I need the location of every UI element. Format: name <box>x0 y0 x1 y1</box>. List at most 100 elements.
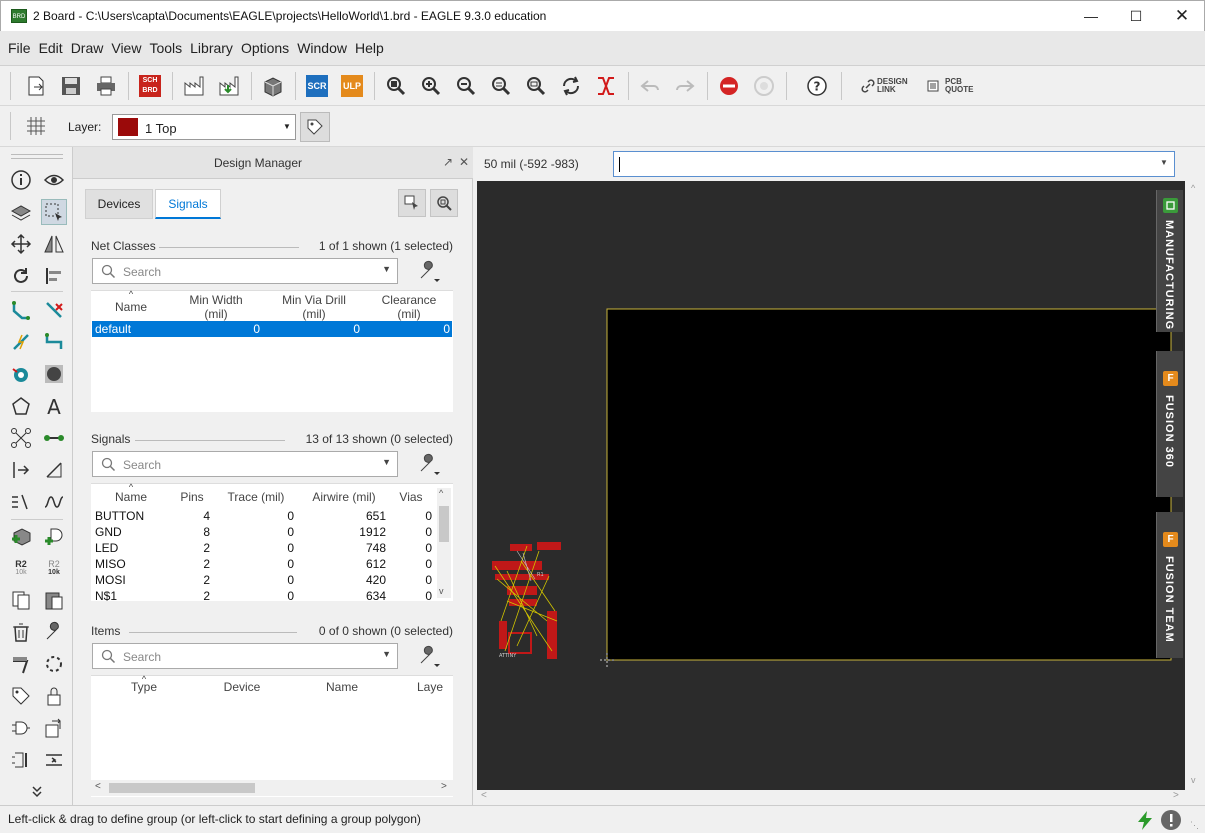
scroll-down-icon[interactable]: v <box>439 586 444 596</box>
table-row[interactable]: default 0 0 0 <box>92 321 452 337</box>
zoom-out-icon[interactable] <box>454 74 478 98</box>
sch-brd-switch-icon[interactable]: SCH BRD <box>138 74 162 98</box>
paste-icon[interactable] <box>41 587 67 613</box>
cycle-icon[interactable] <box>41 715 67 741</box>
table-row[interactable]: MISO 2 0 612 0 <box>92 556 434 572</box>
open-file-icon[interactable] <box>24 74 48 98</box>
ratsnest-icon[interactable] <box>594 74 618 98</box>
net-classes-settings-wrench-icon[interactable] <box>418 258 440 284</box>
menu-library[interactable]: Library <box>186 40 237 56</box>
delete-icon[interactable] <box>8 619 34 645</box>
gateswap-icon[interactable] <box>41 747 67 773</box>
add-part-icon[interactable] <box>8 523 34 549</box>
menu-options[interactable]: Options <box>237 40 293 56</box>
polygon-icon[interactable] <box>8 393 34 419</box>
col-min-via-drill[interactable]: Min Via Drill (mil) <box>263 293 365 321</box>
scroll-left-icon[interactable]: < <box>481 790 487 801</box>
signal-icon[interactable] <box>41 425 67 451</box>
scroll-up-icon[interactable]: ^ <box>1191 183 1195 193</box>
signals-scrollbar[interactable]: ^ v <box>437 488 451 598</box>
value-icon[interactable]: R2 10k <box>41 555 67 581</box>
zoom-to-selection-icon[interactable] <box>430 189 458 217</box>
col-name[interactable]: Name <box>93 300 169 314</box>
scroll-up-icon[interactable]: ^ <box>439 488 443 498</box>
scroll-right-icon[interactable]: > <box>441 781 447 792</box>
tab-signals[interactable]: Signals <box>155 189 221 219</box>
drc-icon[interactable] <box>41 651 67 677</box>
menu-help[interactable]: Help <box>351 40 388 56</box>
layers-icon[interactable] <box>8 199 34 225</box>
ripup-icon[interactable] <box>41 297 67 323</box>
zoom-fit-icon[interactable] <box>384 74 408 98</box>
table-row[interactable]: MOSI 2 0 420 0 <box>92 572 434 588</box>
undock-icon[interactable]: ↗ <box>443 155 453 169</box>
mirror-icon[interactable] <box>41 231 67 257</box>
close-button[interactable]: ✕ <box>1159 1 1205 31</box>
name-icon[interactable]: R2 10k <box>8 555 34 581</box>
zoom-in-icon[interactable] <box>419 74 443 98</box>
split-icon[interactable] <box>8 489 34 515</box>
run-ulp-icon[interactable]: ULP <box>340 74 364 98</box>
print-icon[interactable] <box>94 74 118 98</box>
rotate-icon[interactable] <box>8 263 34 289</box>
col-name[interactable]: Name <box>93 490 169 504</box>
pcb-quote-icon[interactable] <box>925 74 941 98</box>
col-layer[interactable]: Laye <box>417 680 453 694</box>
close-panel-icon[interactable]: ✕ <box>459 155 469 169</box>
command-line-input[interactable]: ▼ <box>613 151 1175 177</box>
lock-icon[interactable] <box>41 683 67 709</box>
autorouter-icon[interactable] <box>8 329 34 355</box>
col-airwire[interactable]: Airwire (mil) <box>301 490 387 504</box>
copy-icon[interactable] <box>8 587 34 613</box>
zoom-previous-icon[interactable] <box>489 74 513 98</box>
export-manufacturing-icon[interactable] <box>217 74 241 98</box>
save-icon[interactable] <box>59 74 83 98</box>
attribute-tag-icon[interactable] <box>8 683 34 709</box>
signals-search[interactable]: Search ▼ <box>92 451 398 477</box>
design-link-button[interactable]: DESIGN LINK <box>877 78 917 94</box>
net-tool-icon[interactable] <box>8 425 34 451</box>
lightning-icon[interactable] <box>1134 809 1156 831</box>
chevron-down-icon[interactable]: ▼ <box>1160 158 1168 167</box>
grid-icon[interactable] <box>24 114 48 138</box>
layer-settings-tag-icon[interactable] <box>300 112 330 142</box>
canvas-v-scrollbar[interactable]: ^ v <box>1187 181 1205 790</box>
redo-icon[interactable] <box>673 74 697 98</box>
maximize-button[interactable]: ☐ <box>1113 1 1159 31</box>
menu-file[interactable]: File <box>4 40 35 56</box>
items-settings-wrench-icon[interactable] <box>418 643 440 669</box>
items-search[interactable]: Search ▼ <box>92 643 398 669</box>
select-in-canvas-icon[interactable] <box>398 189 426 217</box>
fusion-team-panel-tab[interactable]: F FUSION TEAM <box>1156 512 1183 658</box>
show-icon[interactable] <box>41 167 67 193</box>
via-icon[interactable] <box>8 361 34 387</box>
stop-icon[interactable] <box>717 74 741 98</box>
table-row[interactable]: N$1 2 0 634 0 <box>92 588 434 604</box>
resize-grip-icon[interactable]: ⋱ <box>1190 820 1199 831</box>
minimize-button[interactable]: — <box>1068 1 1114 31</box>
info-icon[interactable] <box>8 167 34 193</box>
meander-icon[interactable] <box>41 489 67 515</box>
tab-devices[interactable]: Devices <box>85 189 153 219</box>
table-row[interactable]: LED 2 0 748 0 <box>92 540 434 556</box>
hole-icon[interactable] <box>41 361 67 387</box>
col-vias[interactable]: Vias <box>391 490 431 504</box>
scroll-right-icon[interactable]: > <box>1173 790 1179 801</box>
pcb-quote-button[interactable]: PCB QUOTE <box>945 78 975 94</box>
slice-icon[interactable] <box>41 329 67 355</box>
alert-icon[interactable] <box>1160 809 1182 831</box>
col-clearance[interactable]: Clearance (mil) <box>367 293 451 321</box>
zoom-select-icon[interactable] <box>524 74 548 98</box>
run-script-icon[interactable]: SCR <box>305 74 329 98</box>
text-icon[interactable]: A <box>41 393 67 419</box>
go-icon[interactable] <box>752 74 776 98</box>
scrollbar-thumb[interactable] <box>439 506 449 542</box>
menu-draw[interactable]: Draw <box>67 40 108 56</box>
menu-view[interactable]: View <box>107 40 145 56</box>
signals-settings-wrench-icon[interactable] <box>418 451 440 477</box>
board-canvas[interactable]: ATTINY R1 <box>477 181 1185 790</box>
menu-tools[interactable]: Tools <box>145 40 186 56</box>
add-gate-icon[interactable] <box>41 523 67 549</box>
scroll-left-icon[interactable]: < <box>95 781 101 792</box>
table-row[interactable]: BUTTON 4 0 651 0 <box>92 508 434 524</box>
